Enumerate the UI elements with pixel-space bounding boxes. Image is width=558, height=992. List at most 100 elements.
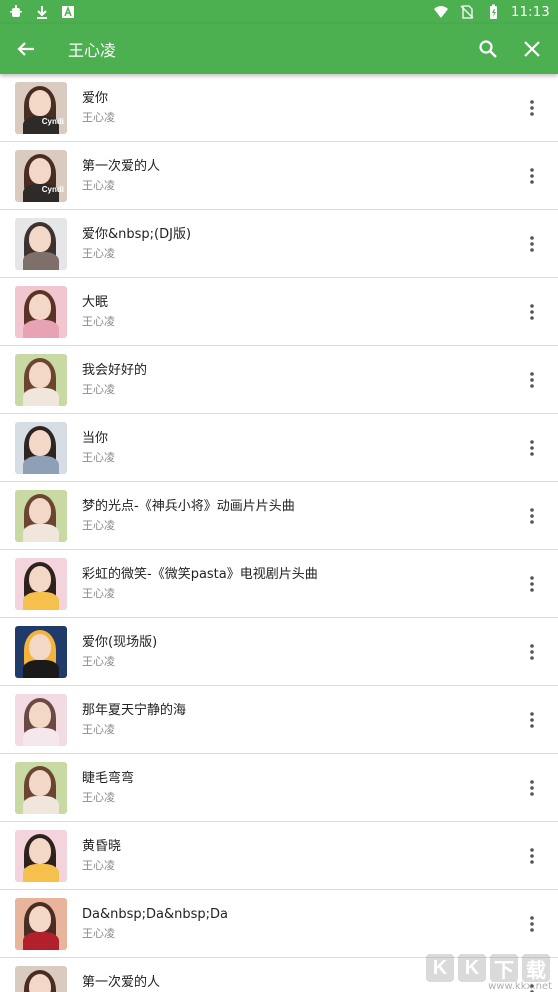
watermark-url: www.kkx.net [488, 981, 552, 992]
song-text: 黄昏晓 王心凌 [67, 838, 506, 874]
more-vert-icon [530, 167, 534, 184]
album-cover: Cyndi [15, 81, 67, 134]
song-title: 黄昏晓 [82, 838, 122, 854]
song-artist: 王心凌 [82, 110, 115, 124]
song-artist: 王心凌 [82, 518, 115, 532]
more-button[interactable] [506, 74, 558, 142]
back-button[interactable] [0, 24, 52, 74]
song-artist: 王心凌 [82, 450, 115, 464]
more-button[interactable] [506, 754, 558, 822]
app-bar: 王心凌 [0, 24, 558, 74]
more-button[interactable] [506, 822, 558, 890]
song-text: Da&nbsp;Da&nbsp;Da 王心凌 [67, 906, 506, 942]
album-cover [15, 217, 67, 270]
song-text: 我会好好的 王心凌 [67, 362, 506, 398]
search-button[interactable] [466, 24, 510, 74]
more-vert-icon [530, 847, 534, 864]
close-button[interactable] [510, 24, 554, 74]
more-button[interactable] [506, 890, 558, 958]
battery-icon [485, 4, 501, 20]
album-cover [15, 285, 67, 338]
bug-icon [8, 4, 24, 20]
song-title: 梦的光点-《神兵小将》动画片片头曲 [82, 498, 295, 514]
wifi-icon [433, 4, 449, 20]
song-title: 当你 [82, 430, 109, 446]
more-button[interactable] [506, 278, 558, 346]
page-title: 王心凌 [68, 41, 117, 60]
more-vert-icon [530, 779, 534, 796]
status-bar: 11:13 [0, 0, 558, 24]
album-cover [15, 897, 67, 950]
list-item[interactable]: 爱你(现场版) 王心凌 [0, 618, 558, 686]
more-button[interactable] [506, 618, 558, 686]
more-button[interactable] [506, 414, 558, 482]
song-text: 大眠 王心凌 [67, 294, 506, 330]
song-title: 大眠 [82, 294, 109, 310]
song-artist: 王心凌 [82, 314, 115, 328]
list-item[interactable]: 彩虹的微笑-《微笑pasta》电视剧片头曲 王心凌 [0, 550, 558, 618]
song-text: 当你 王心凌 [67, 430, 506, 466]
song-text: 爱你&nbsp;(DJ版) 王心凌 [67, 226, 506, 262]
song-artist: 王心凌 [82, 654, 115, 668]
list-item[interactable]: 大眠 王心凌 [0, 278, 558, 346]
album-cover [15, 625, 67, 678]
list-item[interactable]: 梦的光点-《神兵小将》动画片片头曲 王心凌 [0, 482, 558, 550]
more-button[interactable] [506, 482, 558, 550]
song-artist: 王心凌 [82, 858, 115, 872]
more-vert-icon [530, 915, 534, 932]
song-text: 爱你 王心凌 [67, 90, 506, 126]
song-text: 第一次爱的人王心凌 [67, 158, 506, 194]
more-vert-icon [530, 303, 534, 320]
song-text: 睫毛弯弯 王心凌 [67, 770, 506, 806]
song-title: 我会好好的 [82, 362, 148, 378]
list-item[interactable]: Da&nbsp;Da&nbsp;Da 王心凌 [0, 890, 558, 958]
song-title: 爱你 [82, 90, 109, 106]
song-title: 爱你&nbsp;(DJ版) [82, 226, 192, 242]
list-item[interactable]: Cyndi 第一次爱的人 王心凌 [0, 142, 558, 210]
album-cover [15, 489, 67, 542]
a-icon [60, 4, 76, 20]
song-title: 第一次爱的人 [82, 158, 161, 174]
more-vert-icon [530, 371, 534, 388]
song-title: 睫毛弯弯 [82, 770, 135, 786]
more-vert-icon [530, 643, 534, 660]
more-button[interactable] [506, 142, 558, 210]
more-vert-icon [530, 711, 534, 728]
song-title: 爱你(现场版) [82, 634, 158, 650]
song-text: 爱你(现场版) 王心凌 [67, 634, 506, 670]
album-cover [15, 557, 67, 610]
song-artist: 王心凌 [82, 926, 115, 940]
album-cover [15, 761, 67, 814]
close-icon [524, 41, 540, 57]
song-artist: 王心凌 [82, 178, 115, 192]
more-button[interactable] [506, 550, 558, 618]
more-button[interactable] [506, 210, 558, 278]
song-title: Da&nbsp;Da&nbsp;Da [82, 906, 228, 922]
more-button[interactable] [506, 346, 558, 414]
song-text: 梦的光点-《神兵小将》动画片片头曲 王心凌 [67, 498, 506, 534]
list-item[interactable]: 睫毛弯弯 王心凌 [0, 754, 558, 822]
song-text: 彩虹的微笑-《微笑pasta》电视剧片头曲 王心凌 [67, 566, 506, 602]
song-artist: 王心凌 [82, 790, 115, 804]
no-sim-icon [459, 4, 475, 20]
song-artist: 王心凌 [82, 586, 115, 600]
song-text: 那年夏天宁静的海 王心凌 [67, 702, 506, 738]
list-item[interactable]: 爱你&nbsp;(DJ版) 王心凌 [0, 210, 558, 278]
list-item[interactable]: 我会好好的 王心凌 [0, 346, 558, 414]
song-list[interactable]: Cyndi 爱你 王心凌 Cyndi 第一次爱的人 王心凌 爱你&nbsp;(DJ版) 王心凌… [0, 74, 558, 992]
clock: 11:13 [511, 4, 550, 20]
list-item[interactable]: 当你 王心凌 [0, 414, 558, 482]
list-item[interactable]: 那年夏天宁静的海 王心凌 [0, 686, 558, 754]
album-cover [15, 693, 67, 746]
album-cover [15, 829, 67, 882]
more-vert-icon [530, 507, 534, 524]
album-cover [15, 421, 67, 474]
arrow-back-icon [17, 42, 34, 56]
more-vert-icon [530, 575, 534, 592]
album-cover [15, 353, 67, 406]
watermark-logo: K K 下 载 [426, 954, 550, 982]
more-vert-icon [530, 235, 534, 252]
more-button[interactable] [506, 686, 558, 754]
list-item[interactable]: Cyndi 爱你 王心凌 [0, 74, 558, 142]
list-item[interactable]: 黄昏晓 王心凌 [0, 822, 558, 890]
